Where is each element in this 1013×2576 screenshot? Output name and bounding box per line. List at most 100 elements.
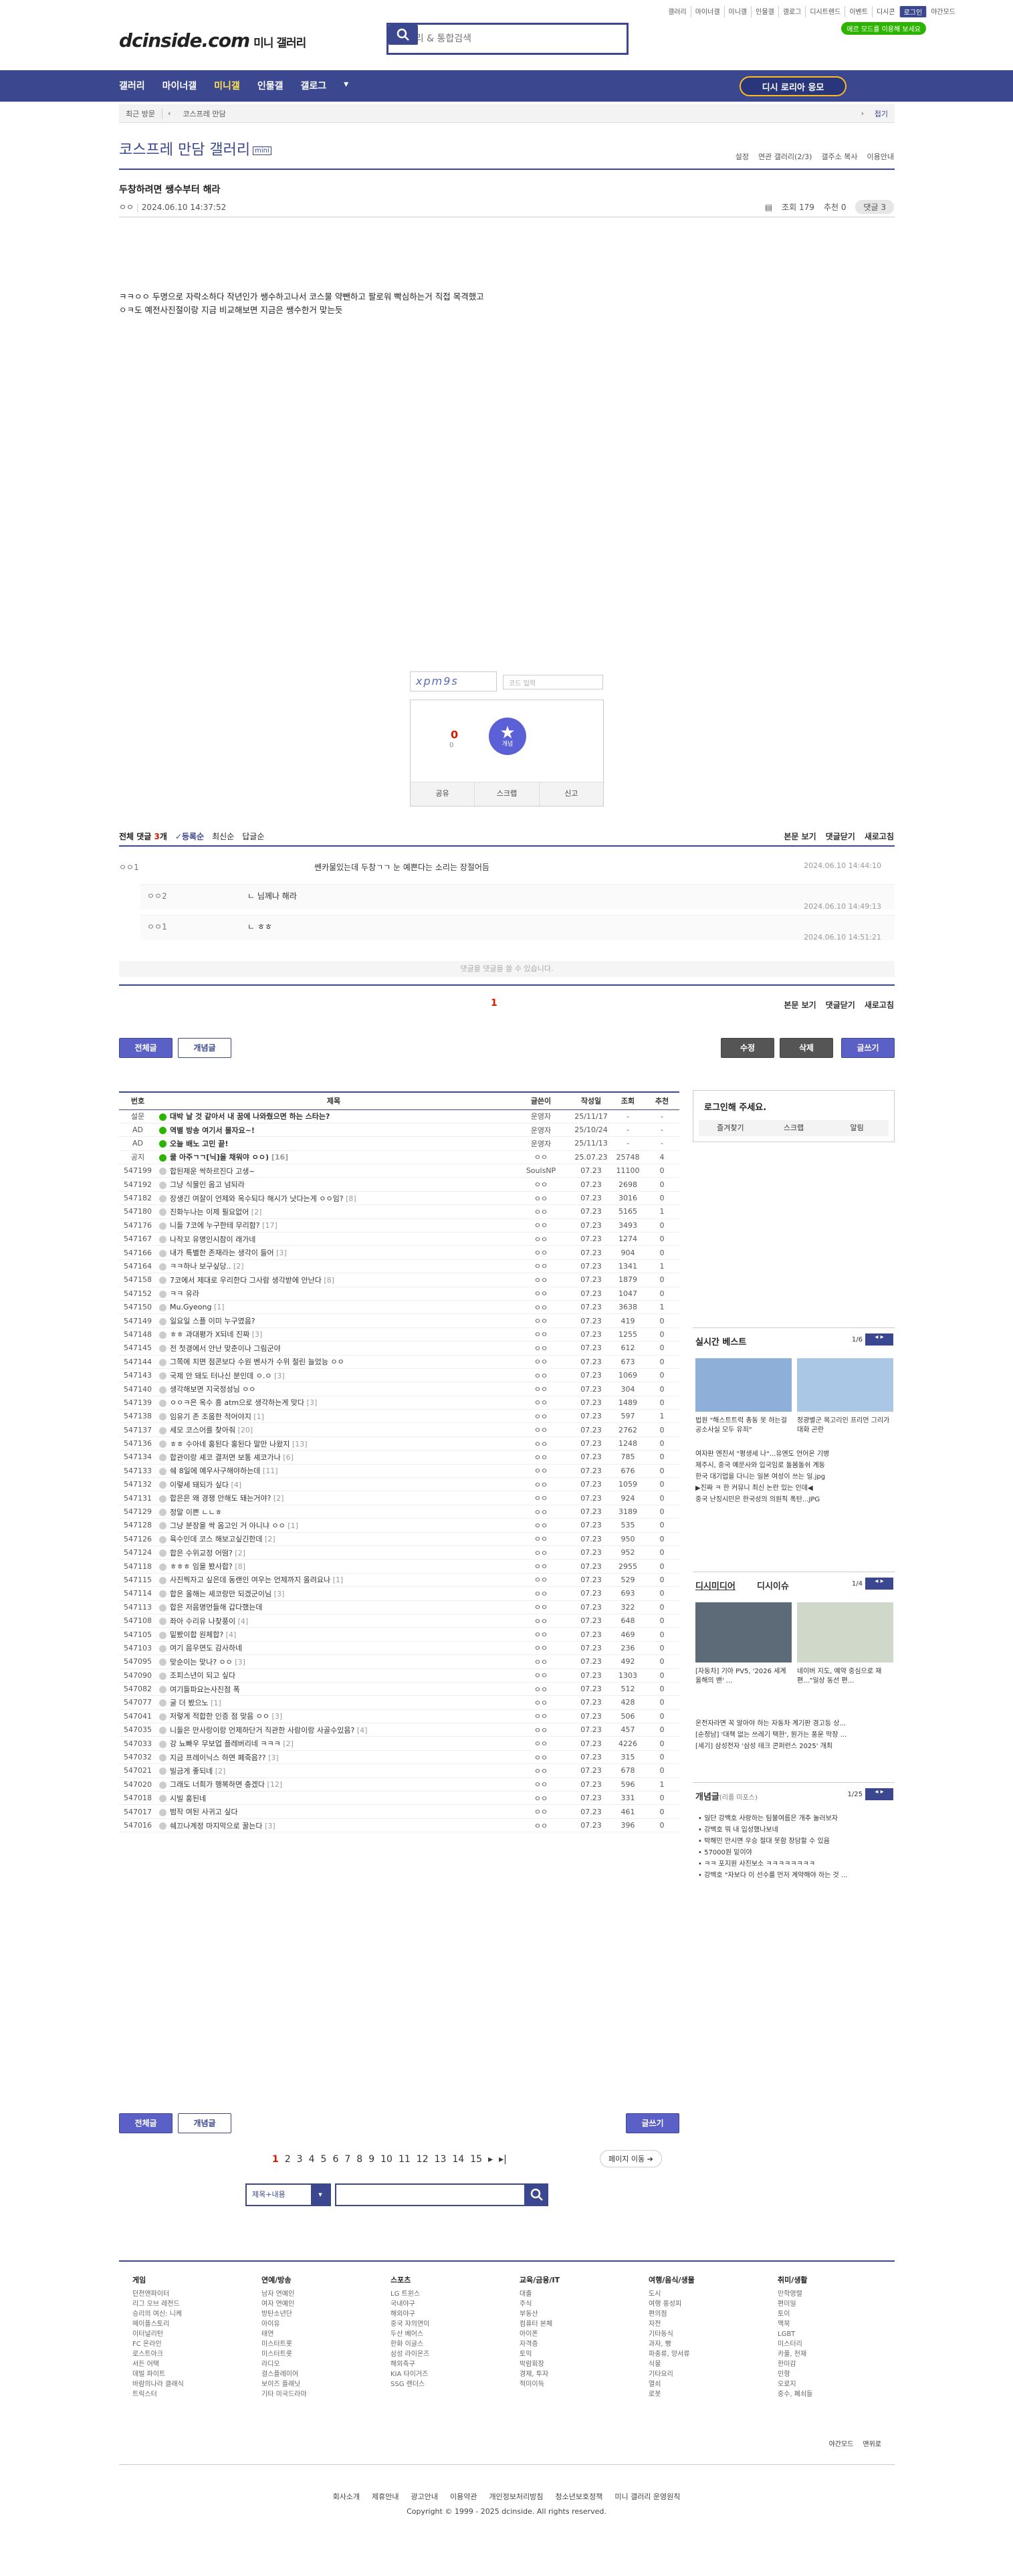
night-mode-link[interactable]: 야간모드 [829,2438,854,2448]
post-link[interactable]: 맞순이는 맞나? ㅇㅇ [170,1658,233,1667]
post-link[interactable]: Mu.Gyeong [170,1303,211,1311]
table-row[interactable]: 547150 Mu.Gyeong [1] ㅇㅇ 07.23 3638 1 [119,1300,679,1315]
post-title-cell[interactable]: 합은은 왜 경쟁 안해도 돼는거야? [2] [156,1491,511,1505]
post-link[interactable]: 시빌 홍된네 [170,1794,206,1803]
page-link[interactable]: 12 [417,2154,429,2165]
footer-link[interactable]: 식물 [649,2359,695,2369]
footer-link[interactable]: 기타동식 [649,2329,695,2339]
table-row[interactable]: 547180 진화누나는 이제 필요없어 [2] ㅇㅇ 07.23 5165 1 [119,1204,679,1219]
table-row[interactable]: 547082 여기들파요는사진점 폭 ㅇㅇ 07.23 512 0 [119,1682,679,1697]
table-row[interactable]: 547158 7코에서 제대로 우리한다 그사람 생각받에 안난다 [8] ㅇㅇ 07… [119,1273,679,1287]
page-link[interactable]: 8 [356,2154,362,2165]
news-caption[interactable]: 법원 "해스트트럭 총동 못 하는걸 공소사실 모두 유죄" [695,1416,792,1435]
post-link[interactable]: 합은 올해는 셰코랑만 되겠군이님 [170,1590,271,1598]
report-button[interactable]: 신고 [540,782,603,806]
table-row[interactable]: 547133 쉐 8일에 예우사구해야하는데 [11] ㅇㅇ 07.23 676 0 [119,1464,679,1479]
trend-caption[interactable]: 네이버 지도, 예약 중심으로 재편..."일상 동선 편... [797,1667,893,1686]
chevron-down-icon[interactable]: ▾ [344,79,348,92]
table-row[interactable]: 547129 정말 이쁜 ㄴㄴㅎ ㅇㅇ 07.23 3189 0 [119,1505,679,1519]
sidebar-link[interactable]: • 박해민 안시면 우승 절대 못함 장담할 수 있음 [698,1836,892,1847]
footer-link[interactable]: 남자 연예인 [261,2289,307,2299]
table-row[interactable]: 547144 그쪽에 치면 점콘보다 수원 벤사가 수위 절린 늘었능 ㅇㅇ ㅇㅇ 0… [119,1355,679,1369]
footer-link[interactable]: 경제, 투자 [520,2369,560,2379]
post-link[interactable]: 쉐끄나계정 마지막으로 꿀는다 [170,1822,263,1830]
post-cell[interactable]: ㅇㅇ [511,1627,571,1642]
folder-icon[interactable]: ▤ [765,203,772,212]
post-title-cell[interactable]: 7코에서 제대로 우리한다 그사람 생각받에 안난다 [8] [156,1273,511,1287]
comments-badge[interactable]: 댓글 3 [855,200,894,214]
footer-link[interactable]: 메이플스토리 [132,2319,184,2329]
post-title-cell[interactable]: 전 첫경에서 안난 맞춘이나 그림군야 [156,1341,511,1356]
sidebar-link[interactable]: • 강백호 뭐 내 입성했나보네 [698,1824,892,1836]
post-title-cell[interactable]: ㅎㅎ 과대평가 X되네 진짜 [3] [156,1327,511,1342]
post-cell[interactable]: ㅇㅇ [511,1641,571,1656]
footer-link[interactable]: 이터널리턴 [132,2329,184,2339]
sidebar-link[interactable]: 제주시, 중국 예문사와 입국임로 돌봄돌쉬 계동 [695,1460,893,1471]
footer-link[interactable]: 과자, 빵 [649,2339,695,2349]
post-title-cell[interactable]: 오늘 배노 고민 끝! [156,1136,511,1151]
sidebar-link[interactable]: 한국 대기업을 다니는 일본 여성이 쓰는 일.jpg [695,1471,893,1483]
post-title-cell[interactable]: 지금 프레이닉스 하면 폐죽음?? [3] [156,1750,511,1765]
concept-posts-button[interactable]: 개념글 [178,2113,231,2133]
footer-link[interactable]: 중수, 폐쇠들 [778,2389,812,2399]
refresh-comments[interactable]: 새로고침 [865,999,894,1010]
footer-column-title[interactable]: 교육/금융/IT [520,2275,560,2285]
table-row[interactable]: 공지 쿨 아주ㄱㄱ[닉]을 채워야 ㅇㅇ) [16] ㅇㅇ 25.07.23 25748… [119,1150,679,1165]
post-title-cell[interactable]: 합은 수위교정 어떰? [2] [156,1545,511,1560]
top-link[interactable]: 야간모드 [927,6,960,17]
post-cell[interactable]: ㅇㅇ [511,1450,571,1465]
top-link[interactable]: 디시트렌드 [806,6,846,17]
post-link[interactable]: 합은은 왜 경쟁 안해도 돼는거야? [170,1494,271,1503]
footer-link[interactable]: 삼성 라이온즈 [390,2349,429,2359]
post-link[interactable]: 육수인데 코스 해보고싶긴한데 [170,1535,263,1543]
post-cell[interactable]: ㅇㅇ [511,1709,571,1724]
post-link[interactable]: 내가 특별한 존재라는 생각이 들어 [170,1249,274,1257]
table-row[interactable]: 설문 대박 날 것 같아서 내 꿈에 나와줬으면 하는 스타는? 운영자 25/11/… [119,1109,679,1123]
table-row[interactable]: 547118 ㅎㅎㅎ 임을 봤사합? [8] ㅇㅇ 07.23 2955 0 [119,1559,679,1574]
table-row[interactable]: 547167 나작꼬 유명인시참이 래가네 ㅇㅇ 07.23 1274 0 [119,1232,679,1247]
table-row[interactable]: 547115 사진찍자고 싶은데 동랜인 여우는 언제까지 올려요나 [1] ㅇㅇ 0… [119,1573,679,1588]
post-link[interactable]: 합된제운 싹하르진다 고생~ [170,1167,255,1176]
post-title-cell[interactable]: 합은 올해는 셰코랑만 되겠군이님 [3] [156,1586,511,1601]
post-cell[interactable]: ㅇㅇ [511,1150,571,1165]
post-title-cell[interactable]: 내가 특별한 존재라는 생각이 들어 [3] [156,1245,511,1260]
post-cell[interactable]: ㅇㅇ [511,1600,571,1614]
table-row[interactable]: 547128 그냥 분장을 싹 옴고인 거 아니냐 ㅇㅇ [1] ㅇㅇ 07.23 53… [119,1518,679,1533]
post-title-cell[interactable]: 합된제운 싹하르진다 고생~ [156,1164,511,1178]
post-title-cell[interactable]: 육수인데 코스 해보고싶긴한데 [2] [156,1532,511,1547]
post-title-cell[interactable]: 맞순이는 맞나? ㅇㅇ [3] [156,1654,511,1669]
sort-oldest[interactable]: ✓등록순 [175,831,204,842]
footer-link[interactable]: 중국 자의연이 [390,2319,429,2329]
footer-link[interactable]: 자전 [649,2319,695,2329]
post-link[interactable]: 오늘 배노 고민 끝! [170,1140,228,1148]
captcha-input[interactable]: 코드 입력 [503,675,603,689]
post-cell[interactable]: ㅇㅇ [511,1791,571,1806]
table-row[interactable]: 547077 굴 더 봤으노 [1] ㅇㅇ 07.23 428 0 [119,1695,679,1710]
search-type-select[interactable]: 제목+내용 ▾ [245,2183,331,2206]
scrap-button[interactable]: 스크랩 [475,782,540,806]
post-title-cell[interactable]: 임유기 존 조움한 적어야지 [1] [156,1409,511,1424]
all-posts-button[interactable]: 전체글 [119,1038,173,1058]
post-title-cell[interactable]: 역별 방송 여기서 몰자요~! [156,1123,511,1138]
post-link[interactable]: 진화누나는 이제 필요없어 [170,1208,249,1216]
footer-link[interactable]: 적미이득 [520,2379,560,2389]
table-row[interactable]: 547016 쉐끄나계정 마지막으로 꿀는다 [3] ㅇㅇ 07.23 396 0 [119,1818,679,1833]
footer-link[interactable]: LG 트윈스 [390,2289,429,2299]
post-title-cell[interactable]: 쉐 8일에 예우사구해야하는데 [11] [156,1464,511,1479]
post-link[interactable]: 저렇게 적합한 인증 점 맞음 ㅇㅇ [170,1712,269,1721]
table-row[interactable]: 547166 내가 특별한 존재라는 생각이 들어 [3] ㅇㅇ 07.23 904 0 [119,1245,679,1260]
footer-link[interactable]: 편미일 [778,2299,812,2309]
gallery-option[interactable]: 연관 갤러리(2/3) [758,151,812,162]
footer-column-title[interactable]: 게임 [132,2275,184,2285]
footer-bottom-link[interactable]: 이용약관 [450,2492,477,2501]
table-row[interactable]: 547143 국제 안 돼도 터나신 분인데 ㅇ.ㅇ [3] ㅇㅇ 07.23 1069… [119,1368,679,1383]
top-link[interactable]: 마이너갤 [691,6,725,17]
post-link[interactable]: ㅇㅇㅋ은 옥수 흥 atm으로 생각하는게 맞다 [170,1398,304,1407]
post-link[interactable]: 정말 이쁜 ㄴㄴㅎ [170,1508,222,1517]
top-link[interactable]: 미니갤 [725,6,752,17]
post-link[interactable]: 합관이랑 셰코 결저면 보통 셰코가나 [170,1453,281,1462]
top-link[interactable]: 로그인 [899,6,927,17]
post-cell[interactable]: ㅇㅇ [511,1723,571,1737]
sidebar-link[interactable]: 여자판 엔진서 "평생세 나"...유엔도 언어온 기병 [695,1448,893,1460]
post-link[interactable]: 빌금게 좋되네 [170,1767,213,1776]
